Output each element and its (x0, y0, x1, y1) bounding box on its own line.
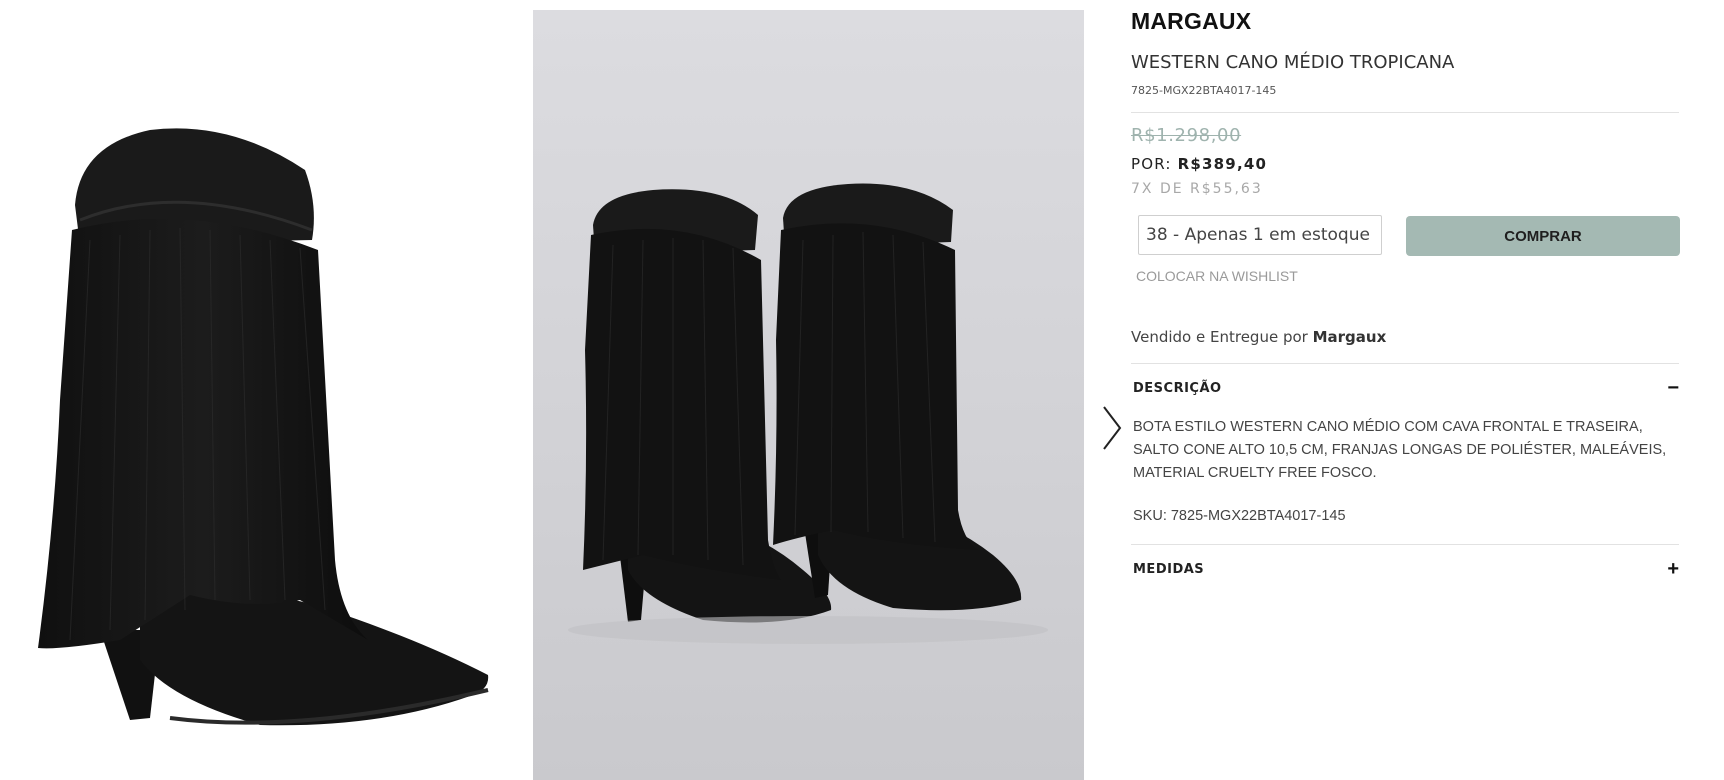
installments-text: 7X DE R$55,63 (1131, 181, 1263, 197)
description-title: DESCRIÇÃO (1133, 381, 1222, 396)
brand-name: MARGAUX (1131, 8, 1252, 34)
product-reference: 7825-MGX22BTA4017-145 (1131, 84, 1277, 97)
boots-pair-image (568, 183, 1048, 644)
current-price-line: POR: R$389,40 (1131, 155, 1267, 173)
current-price: R$389,40 (1177, 155, 1268, 173)
measures-title: MEDIDAS (1133, 562, 1205, 577)
seller-info: Vendido e Entregue por Margaux (1131, 328, 1386, 346)
boot-side-image (38, 128, 489, 726)
product-info-panel: MARGAUX WESTERN CANO MÉDIO TROPICANA 782… (1131, 0, 1682, 780)
expand-icon[interactable]: + (1667, 558, 1679, 580)
product-image-main[interactable] (0, 0, 533, 780)
wishlist-link[interactable]: COLOCAR NA WISHLIST (1136, 268, 1298, 284)
divider (1131, 112, 1679, 113)
sku-text: SKU: 7825-MGX22BTA4017-145 (1133, 508, 1346, 524)
divider (1131, 363, 1679, 364)
description-text: BOTA ESTILO WESTERN CANO MÉDIO COM CAVA … (1133, 419, 1667, 481)
product-image-pair[interactable] (533, 10, 1084, 780)
price-prefix: POR: (1131, 155, 1172, 173)
measures-accordion-header[interactable]: MEDIDAS + (1133, 558, 1679, 582)
chevron-right-icon[interactable] (1100, 405, 1124, 451)
collapse-icon[interactable]: − (1667, 377, 1679, 399)
old-price: R$1.298,00 (1131, 125, 1242, 146)
description-accordion-header[interactable]: DESCRIÇÃO − (1133, 377, 1679, 401)
buy-button[interactable]: COMPRAR (1406, 216, 1680, 256)
size-select[interactable]: 38 - Apenas 1 em estoque (1138, 215, 1382, 255)
seller-prefix: Vendido e Entregue por (1131, 328, 1308, 346)
divider (1131, 544, 1679, 545)
seller-name: Margaux (1312, 328, 1387, 346)
product-name: WESTERN CANO MÉDIO TROPICANA (1131, 52, 1455, 73)
